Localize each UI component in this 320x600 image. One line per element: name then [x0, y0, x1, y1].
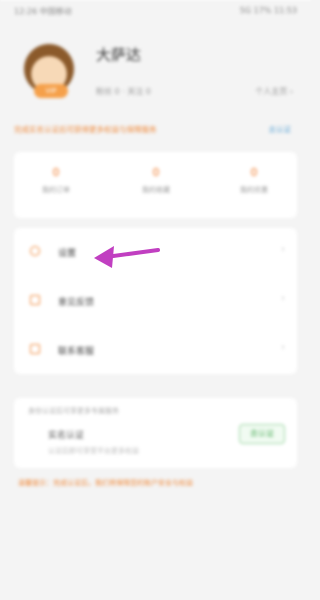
info-header: 身份认证后可享更多专属服务 — [28, 407, 119, 415]
stat-label: 我的收藏 — [142, 186, 170, 194]
stat-number: 0 — [250, 166, 258, 179]
stat-coupons[interactable]: 0 我的优惠 — [224, 166, 284, 195]
status-time: 12:26 中国移动 — [14, 7, 72, 16]
chevron-right-icon: › — [281, 342, 285, 353]
menu-item-support[interactable]: 联系客服 › — [14, 326, 297, 374]
status-indicators: 5G 17% 11:53 — [239, 6, 297, 15]
notice-text: 完成实名认证后可获得更多权益与保障服务 — [14, 125, 157, 134]
info-card: 身份认证后可享更多专属服务 实名认证 认证后即可享受平台更多权益 去认证 — [14, 398, 297, 468]
info-desc: 认证后即可享受平台更多权益 — [48, 447, 139, 455]
info-title: 实名认证 — [48, 431, 85, 441]
menu-item-feedback[interactable]: 意见反馈 › — [14, 277, 297, 325]
chevron-right-icon: › — [281, 244, 285, 255]
user-meta: 粉丝 0 · 关注 0 — [96, 87, 151, 96]
stat-number: 0 — [152, 166, 160, 179]
personal-home-link[interactable]: 个人主页 › — [255, 86, 293, 97]
stat-orders[interactable]: 0 我的订单 — [26, 166, 86, 195]
stat-number: 0 — [52, 166, 60, 179]
stat-favorites[interactable]: 0 我的收藏 — [126, 166, 186, 195]
stat-label: 我的优惠 — [240, 186, 268, 194]
chevron-right-icon: › — [281, 293, 285, 304]
verify-button[interactable]: 去认证 — [239, 424, 285, 444]
support-icon — [30, 344, 40, 354]
status-bar: 12:26 中国移动 5G 17% 11:53 — [0, 0, 311, 20]
stats-card: 0 我的订单 0 我的收藏 0 我的优惠 — [14, 152, 297, 218]
gear-icon — [30, 246, 40, 256]
stat-label: 我的订单 — [42, 186, 70, 194]
username[interactable]: 大萨达 — [96, 44, 141, 65]
notice-link[interactable]: 去认证 — [269, 124, 292, 135]
annotation-arrow-icon — [94, 246, 160, 268]
menu-label: 设置 — [58, 249, 77, 259]
menu-label: 联系客服 — [58, 347, 95, 357]
bottom-notice: 温馨提示：完成认证后，我们将保障您的账户安全与权益 — [18, 479, 193, 487]
menu-label: 意见反馈 — [58, 298, 95, 308]
feedback-icon — [30, 295, 40, 305]
vip-badge: VIP — [34, 84, 68, 98]
